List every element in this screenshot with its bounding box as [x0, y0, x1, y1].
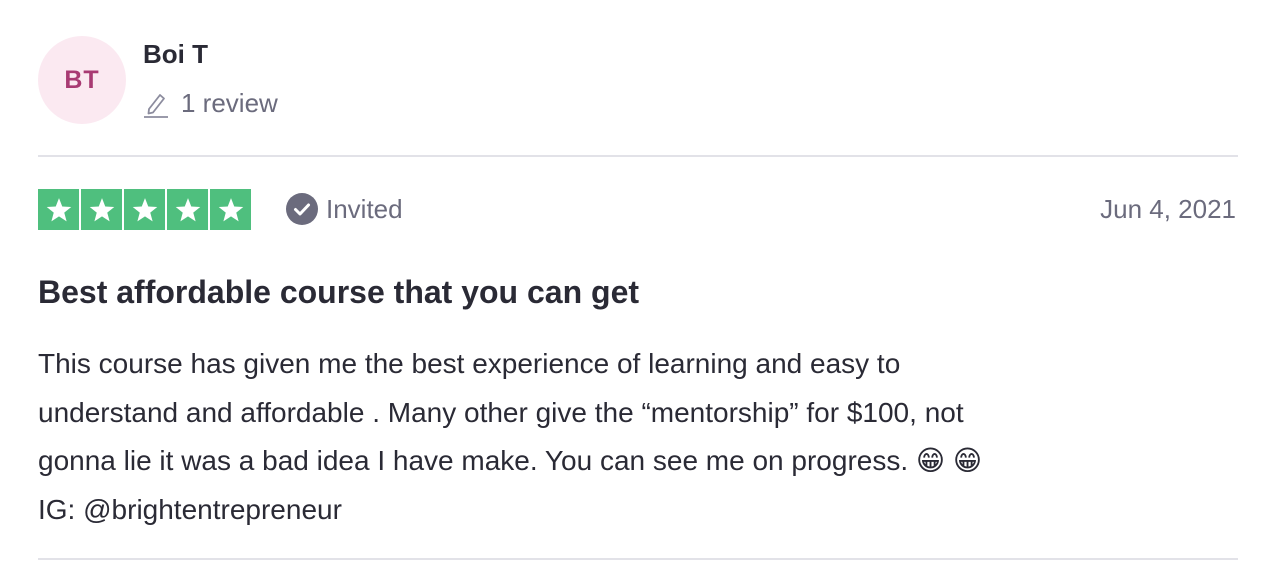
header-divider — [38, 155, 1238, 157]
verification-label: Invited — [326, 193, 403, 224]
footer-divider — [38, 558, 1238, 560]
review-count: 1 review — [143, 88, 278, 119]
review-title[interactable]: Best affordable course that you can get — [38, 274, 639, 311]
star-box — [167, 189, 208, 230]
checkmark-circle-icon — [286, 193, 318, 225]
star-box — [81, 189, 122, 230]
pencil-icon — [144, 93, 168, 118]
consumer-name[interactable]: Boi T — [143, 39, 208, 70]
review-body: This course has given me the best experi… — [38, 348, 983, 525]
star-box — [124, 189, 165, 230]
review-date: Jun 4, 2021 — [1100, 194, 1236, 224]
star-icon — [132, 197, 157, 221]
star-icon — [89, 197, 114, 221]
review-card: BT Boi T 1 review Invited Jun 4, 2021 Be… — [38, 0, 1238, 576]
review-count-label: 1 review — [181, 88, 278, 118]
star-box — [38, 189, 79, 230]
star-icon — [218, 197, 243, 221]
star-rating — [38, 189, 251, 230]
verification-badge[interactable]: Invited — [286, 193, 403, 225]
star-icon — [175, 197, 200, 221]
avatar[interactable]: BT — [38, 36, 126, 124]
star-icon — [46, 197, 71, 221]
avatar-initials: BT — [64, 65, 100, 94]
star-box — [210, 189, 251, 230]
